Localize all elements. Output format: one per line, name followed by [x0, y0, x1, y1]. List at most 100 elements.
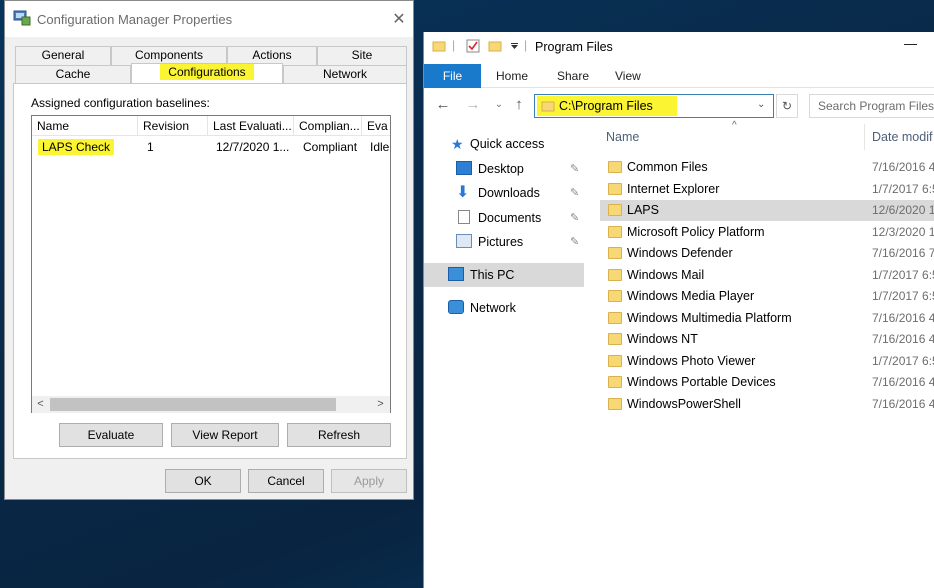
chevron-down-icon[interactable]: ⌄ [757, 99, 765, 110]
tab-label: Configurations [160, 64, 254, 80]
file-row[interactable]: Windows Mail 1/7/2017 6:5 [600, 265, 934, 286]
pictures-icon [456, 234, 472, 248]
search-input[interactable]: Search Program Files [809, 94, 934, 118]
folder-icon [608, 182, 622, 195]
nav-item-downloads[interactable]: ⬇ Downloads ✎ [424, 181, 584, 205]
file-name: Windows Defender [627, 246, 733, 260]
network-icon [448, 300, 464, 314]
nav-item-this-pc[interactable]: This PC [424, 263, 584, 287]
ribbon-tab-home[interactable]: Home [496, 64, 528, 88]
pin-icon[interactable]: ✎ [570, 181, 579, 205]
file-date: 7/16/2016 7 [872, 246, 934, 260]
view-report-button[interactable]: View Report [171, 423, 279, 447]
nav-item-pictures[interactable]: Pictures ✎ [424, 230, 584, 254]
file-date: 1/7/2017 6:5 [872, 289, 934, 303]
chevron-down-icon[interactable] [510, 42, 519, 51]
nav-item-documents[interactable]: Documents ✎ [424, 206, 584, 230]
refresh-icon[interactable]: ↻ [776, 94, 798, 118]
computer-icon [448, 267, 464, 281]
file-date: 7/16/2016 4 [872, 332, 934, 346]
ribbon-tabs: File Home Share View [424, 64, 934, 88]
address-text[interactable]: C:\Program Files [559, 99, 653, 113]
column-header-date[interactable]: Date modif [872, 130, 932, 144]
nav-item-quick-access[interactable]: ★ Quick access [424, 132, 584, 156]
tab-label: Network [322, 67, 367, 81]
ribbon-tab-file[interactable]: File [424, 64, 481, 88]
column-evaluation[interactable]: Eva [362, 116, 390, 136]
apply-button[interactable]: Apply [331, 469, 407, 493]
column-name[interactable]: Name [32, 116, 138, 136]
new-folder-icon[interactable] [488, 39, 502, 53]
baselines-list[interactable]: Name Revision Last Evaluati... Complian.… [31, 115, 391, 413]
file-row[interactable]: Windows Photo Viewer 1/7/2017 6:5 [600, 351, 934, 372]
back-arrow-icon[interactable]: ← [434, 96, 452, 114]
close-icon[interactable]: ✕ [389, 9, 409, 29]
folder-icon [608, 397, 622, 410]
file-date: 7/16/2016 4 [872, 310, 934, 325]
column-revision[interactable]: Revision [138, 116, 208, 136]
folder-icon [608, 354, 622, 367]
recent-locations-icon[interactable]: ⌄ [490, 96, 508, 114]
pin-icon[interactable]: ✎ [570, 206, 579, 230]
file-row[interactable]: Internet Explorer 1/7/2017 6:5 [600, 179, 934, 200]
tab-general[interactable]: General [15, 46, 111, 65]
ok-button[interactable]: OK [165, 469, 241, 493]
minimize-icon[interactable]: — [904, 36, 917, 51]
ribbon-tab-share[interactable]: Share [557, 64, 589, 88]
file-row[interactable]: WindowsPowerShell 7/16/2016 4 [600, 394, 934, 415]
list-header: Name Revision Last Evaluati... Complian.… [32, 116, 390, 136]
file-row[interactable]: Windows Multimedia Platform 7/16/2016 4 [600, 308, 934, 329]
scroll-left-icon[interactable]: < [32, 396, 49, 413]
nav-item-desktop[interactable]: Desktop ✎ [424, 157, 584, 181]
file-name: Windows NT [627, 332, 698, 346]
properties-icon[interactable] [466, 39, 480, 53]
nav-item-network[interactable]: Network [424, 296, 584, 320]
refresh-button[interactable]: Refresh [287, 423, 391, 447]
file-row[interactable]: Windows Media Player 1/7/2017 6:5 [600, 286, 934, 307]
download-icon: ⬇ [456, 184, 470, 201]
file-row[interactable]: Windows Defender 7/16/2016 7 [600, 243, 934, 264]
document-icon [458, 210, 470, 224]
scroll-right-icon[interactable]: > [372, 396, 389, 413]
cell-compliance: Compliant [303, 140, 358, 154]
pin-icon[interactable]: ✎ [570, 157, 579, 181]
cell-revision: 1 [147, 140, 154, 154]
file-date: 12/3/2020 1 [872, 224, 934, 239]
baselines-label: Assigned configuration baselines: [31, 96, 210, 110]
folder-icon [608, 247, 622, 259]
baseline-name: LAPS Check [38, 139, 115, 155]
file-name: WindowsPowerShell [627, 396, 741, 411]
file-row[interactable]: LAPS 12/6/2020 1 [600, 200, 934, 221]
column-last-evaluation[interactable]: Last Evaluati... [208, 116, 294, 136]
config-manager-dialog: Configuration Manager Properties ✕ Gener… [4, 0, 414, 500]
address-bar[interactable]: C:\Program Files ⌄ [534, 94, 774, 118]
sort-ascending-icon: ^ [732, 120, 737, 131]
file-row[interactable]: Microsoft Policy Platform 12/3/2020 1 [600, 222, 934, 243]
explorer-window: | | Program Files — File Home Share View… [423, 32, 934, 588]
up-arrow-icon[interactable]: ↑ [510, 96, 528, 114]
file-row[interactable]: Common Files 7/16/2016 4 [600, 157, 934, 178]
nav-label: Documents [478, 211, 542, 225]
file-name: Windows Photo Viewer [627, 353, 756, 368]
file-name: Common Files [627, 160, 708, 174]
tab-configurations[interactable]: Configurations [131, 63, 283, 84]
file-row[interactable]: Windows NT 7/16/2016 4 [600, 329, 934, 350]
cancel-button[interactable]: Cancel [248, 469, 324, 493]
column-compliance[interactable]: Complian... [294, 116, 362, 136]
dialog-titlebar: Configuration Manager Properties ✕ [5, 1, 413, 37]
tab-site[interactable]: Site [317, 46, 407, 65]
column-header-name[interactable]: Name [606, 130, 639, 144]
horizontal-scrollbar[interactable]: < > [32, 396, 390, 413]
forward-arrow-icon[interactable]: → [464, 96, 482, 114]
folder-icon [608, 376, 622, 388]
file-date: 7/16/2016 4 [872, 375, 934, 389]
scrollbar-thumb[interactable] [50, 398, 336, 411]
file-row[interactable]: Windows Portable Devices 7/16/2016 4 [600, 372, 934, 393]
tab-cache[interactable]: Cache [15, 65, 131, 84]
cell-evaluation: Idle [370, 140, 390, 154]
evaluate-button[interactable]: Evaluate [59, 423, 163, 447]
file-date: 1/7/2017 6:5 [872, 181, 934, 196]
ribbon-tab-view[interactable]: View [615, 64, 641, 88]
pin-icon[interactable]: ✎ [570, 230, 579, 254]
tab-network[interactable]: Network [283, 65, 407, 84]
